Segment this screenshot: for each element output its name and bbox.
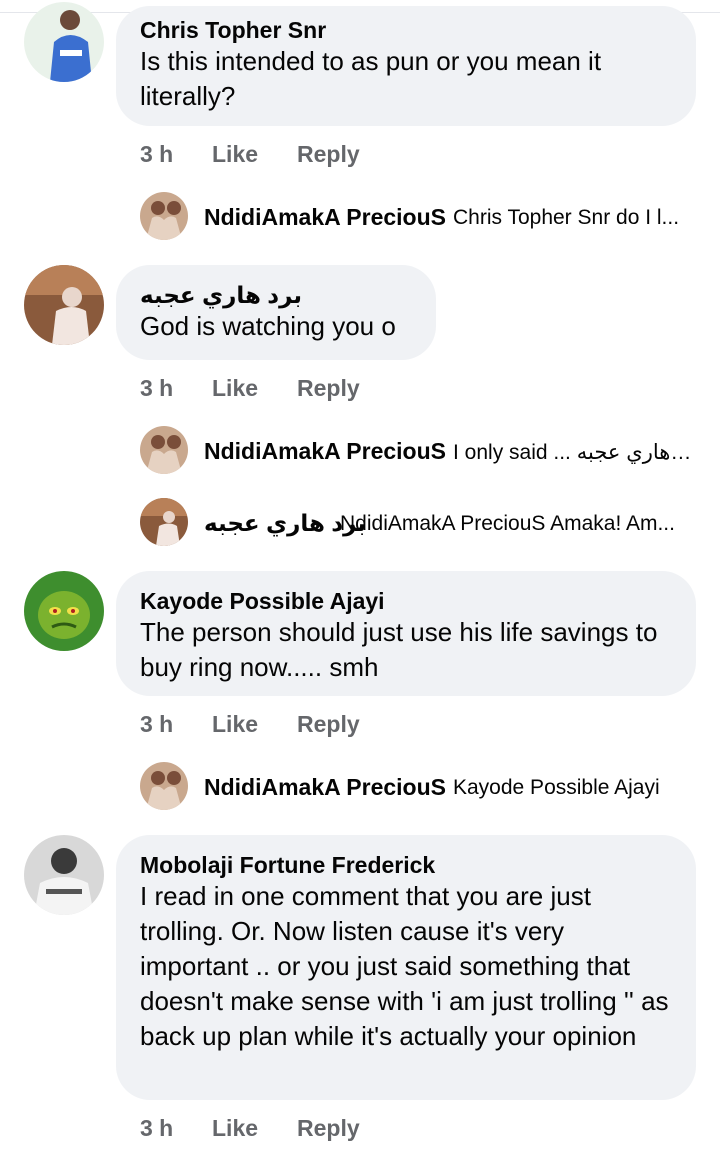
comment-actions: 3 h Like Reply [140,708,400,740]
reply-author[interactable]: NdidiAmakA PreciouS [204,204,446,231]
reply-author[interactable]: NdidiAmakA PreciouS [204,438,446,465]
reply-button[interactable]: Reply [297,1112,360,1144]
like-button[interactable]: Like [212,708,258,740]
comment-actions: 3 h Like Reply [140,138,400,170]
comment-bubble[interactable]: Mobolaji Fortune Frederick I read in one… [116,835,696,1100]
comment-author[interactable]: برد هاري عجبه [140,281,412,309]
avatar-ndidiamaka[interactable] [140,762,188,810]
avatar-chris-topher[interactable] [24,2,104,82]
comment-bubble[interactable]: Kayode Possible Ajayi The person should … [116,571,696,696]
comment-text: God is watching you o [140,311,396,341]
avatar-barad-hari[interactable] [24,265,104,345]
comment-author[interactable]: Chris Topher Snr [140,16,672,44]
comment-timestamp[interactable]: 3 h [140,138,173,170]
reply-text: Kayode Possible Ajayi [453,776,660,799]
reply-preview[interactable]: NdidiAmakA PreciouS I only said ... برد … [140,426,700,476]
comment-author[interactable]: Mobolaji Fortune Frederick [140,851,672,879]
reply-preview[interactable]: NdidiAmakA PreciouS Chris Topher Snr do … [140,192,700,242]
reply-author[interactable]: NdidiAmakA PreciouS [204,774,446,801]
comment-text: I read in one comment that you are just … [140,881,669,1051]
comment-actions: 3 h Like Reply [140,1112,400,1144]
comment-bubble[interactable]: برد هاري عجبه God is watching you o [116,265,436,360]
reply-text: NdidiAmakA PreciouS Amaka! Am... [340,512,675,535]
reply-button[interactable]: Reply [297,372,360,404]
reply-button[interactable]: Reply [297,708,360,740]
like-button[interactable]: Like [212,1112,258,1144]
reply-preview[interactable]: برد هاري عجبه NdidiAmakA PreciouS Amaka!… [140,498,700,548]
avatar-ndidiamaka[interactable] [140,192,188,240]
avatar-ndidiamaka[interactable] [140,426,188,474]
reply-button[interactable]: Reply [297,138,360,170]
avatar-barad-hari[interactable] [140,498,188,546]
avatar-kayode[interactable] [24,571,104,651]
comment-timestamp[interactable]: 3 h [140,708,173,740]
comment-text: Is this intended to as pun or you mean i… [140,46,602,111]
like-button[interactable]: Like [212,372,258,404]
comment-author[interactable]: Kayode Possible Ajayi [140,587,672,615]
comment-actions: 3 h Like Reply [140,372,400,404]
like-button[interactable]: Like [212,138,258,170]
comment-timestamp[interactable]: 3 h [140,1112,173,1144]
reply-preview[interactable]: NdidiAmakA PreciouS Kayode Possible Ajay… [140,762,700,812]
reply-text: Chris Topher Snr do I l... [453,206,680,229]
comment-timestamp[interactable]: 3 h [140,372,173,404]
comment-text: The person should just use his life savi… [140,617,658,682]
comment-bubble[interactable]: Chris Topher Snr Is this intended to as … [116,6,696,126]
avatar-mobolaji[interactable] [24,835,104,915]
reply-text: I only said ... برد هاري عجبه [453,441,693,464]
